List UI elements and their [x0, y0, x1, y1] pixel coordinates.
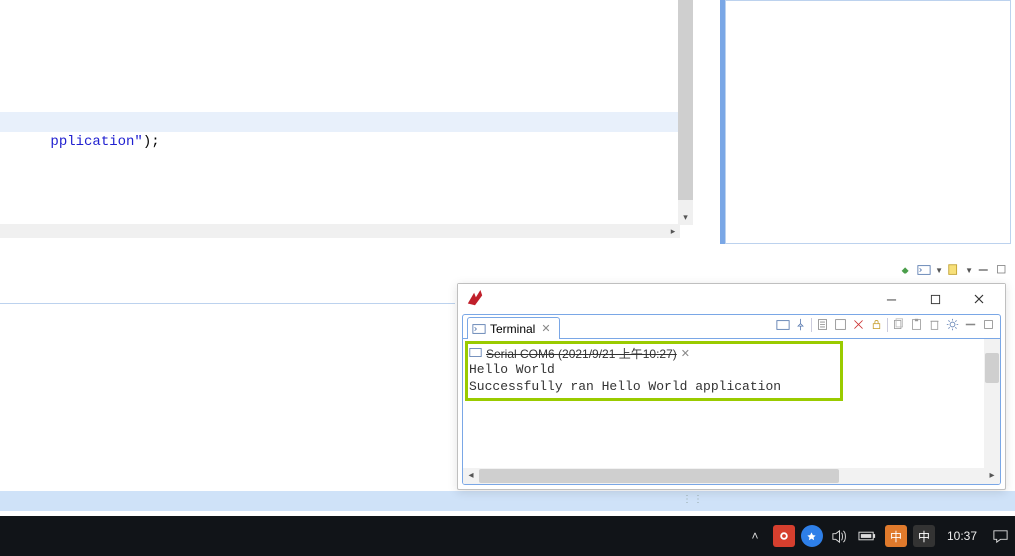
pin-console-icon[interactable] — [793, 317, 808, 332]
side-panel — [725, 0, 1011, 244]
scrollbar-thumb[interactable] — [985, 353, 999, 383]
code-tail: ); — [143, 134, 160, 150]
terminal-vertical-scrollbar[interactable] — [984, 339, 1000, 468]
tab-terminal[interactable]: Terminal ✕ — [467, 317, 560, 339]
scrollbar-thumb[interactable] — [479, 469, 839, 483]
view-toolbar: ▼ ▼ — [849, 260, 1009, 280]
dropdown-icon[interactable]: ▼ — [935, 266, 943, 275]
console-icon — [469, 346, 482, 362]
code-editor[interactable]: pplication"); ▾ ▸ — [0, 0, 702, 244]
scroll-lock-icon[interactable] — [815, 317, 830, 332]
scrollbar-track[interactable] — [479, 468, 984, 484]
app-icon — [466, 290, 484, 308]
tray-app-red-icon[interactable] — [773, 525, 795, 547]
tray-orange-label: 中 — [890, 528, 902, 545]
battery-icon[interactable] — [857, 525, 879, 547]
editor-horizontal-scrollbar[interactable]: ▸ — [0, 224, 680, 238]
scroll-right-button[interactable]: ▸ — [984, 468, 1000, 484]
tray-app-blue-icon[interactable] — [801, 525, 823, 547]
terminal-titlebar[interactable] — [458, 284, 1005, 314]
scrollbar-thumb[interactable] — [678, 0, 693, 200]
maximize-icon[interactable] — [995, 263, 1009, 277]
wrap-icon[interactable] — [833, 317, 848, 332]
terminal-tabbar: Terminal ✕ — [463, 315, 1000, 339]
action-center-icon[interactable] — [989, 525, 1011, 547]
window-maximize-button[interactable] — [913, 285, 957, 313]
minimize-view-icon[interactable] — [963, 317, 978, 332]
terminal-tab-tools — [775, 317, 996, 332]
sash-grip-icon[interactable]: ⋮⋮ — [682, 494, 702, 508]
ime-label: 中 — [918, 528, 930, 545]
tray-app-orange-icon[interactable]: 中 — [885, 525, 907, 547]
display-selected-console-icon[interactable] — [775, 317, 790, 332]
code-line[interactable]: pplication"); — [0, 112, 679, 132]
horizontal-splitter[interactable] — [0, 252, 1015, 258]
terminal-tab-label: Terminal — [490, 322, 535, 336]
volume-icon[interactable] — [829, 525, 851, 547]
window-minimize-button[interactable] — [869, 285, 913, 313]
toolbar-separator — [811, 318, 812, 332]
console-icon[interactable] — [917, 263, 931, 277]
console-session-header[interactable]: Serial COM6 (2021/9/21 上午10:27) ✕ — [469, 345, 690, 362]
terminal-tab-icon — [472, 322, 486, 336]
window-close-button[interactable] — [957, 285, 1001, 313]
terminal-body: Terminal ✕ — [462, 314, 1001, 485]
tray-overflow-icon[interactable]: ˄ — [743, 524, 767, 548]
lock-icon[interactable] — [869, 317, 884, 332]
settings-icon[interactable] — [945, 317, 960, 332]
ime-indicator[interactable]: 中 — [913, 525, 935, 547]
dropdown-icon[interactable]: ▼ — [965, 266, 973, 275]
pin-icon[interactable] — [899, 263, 913, 277]
remove-icon[interactable] — [927, 317, 942, 332]
scroll-left-button[interactable]: ◂ — [463, 468, 479, 484]
new-icon[interactable] — [947, 263, 961, 277]
clear-icon[interactable] — [851, 317, 866, 332]
minimize-icon[interactable] — [977, 263, 991, 277]
terminal-horizontal-scrollbar[interactable]: ◂ ▸ — [463, 468, 1000, 484]
scroll-down-button[interactable]: ▾ — [678, 210, 693, 225]
tab-close-icon[interactable]: ✕ — [541, 322, 550, 335]
toolbar-separator — [887, 318, 888, 332]
console-session-close-icon[interactable]: ✕ — [681, 347, 690, 360]
terminal-window: Terminal ✕ — [457, 283, 1006, 490]
editor-vertical-scrollbar[interactable]: ▾ — [678, 0, 693, 225]
status-bar — [0, 491, 1015, 511]
lower-tab-border — [0, 303, 455, 304]
scroll-right-button[interactable]: ▸ — [666, 224, 680, 238]
copy-icon[interactable] — [891, 317, 906, 332]
code-string-fragment: pplication" — [50, 134, 142, 150]
taskbar-clock[interactable]: 10:37 — [941, 529, 983, 543]
windows-taskbar[interactable]: ˄ 中 中 10:37 — [0, 516, 1015, 556]
maximize-view-icon[interactable] — [981, 317, 996, 332]
console-session-title: Serial COM6 (2021/9/21 上午10:27) — [486, 345, 677, 362]
console-output-text: Hello World Successfully ran Hello World… — [469, 361, 781, 395]
paste-icon[interactable] — [909, 317, 924, 332]
terminal-output-area[interactable]: Serial COM6 (2021/9/21 上午10:27) ✕ Hello … — [463, 339, 1000, 484]
